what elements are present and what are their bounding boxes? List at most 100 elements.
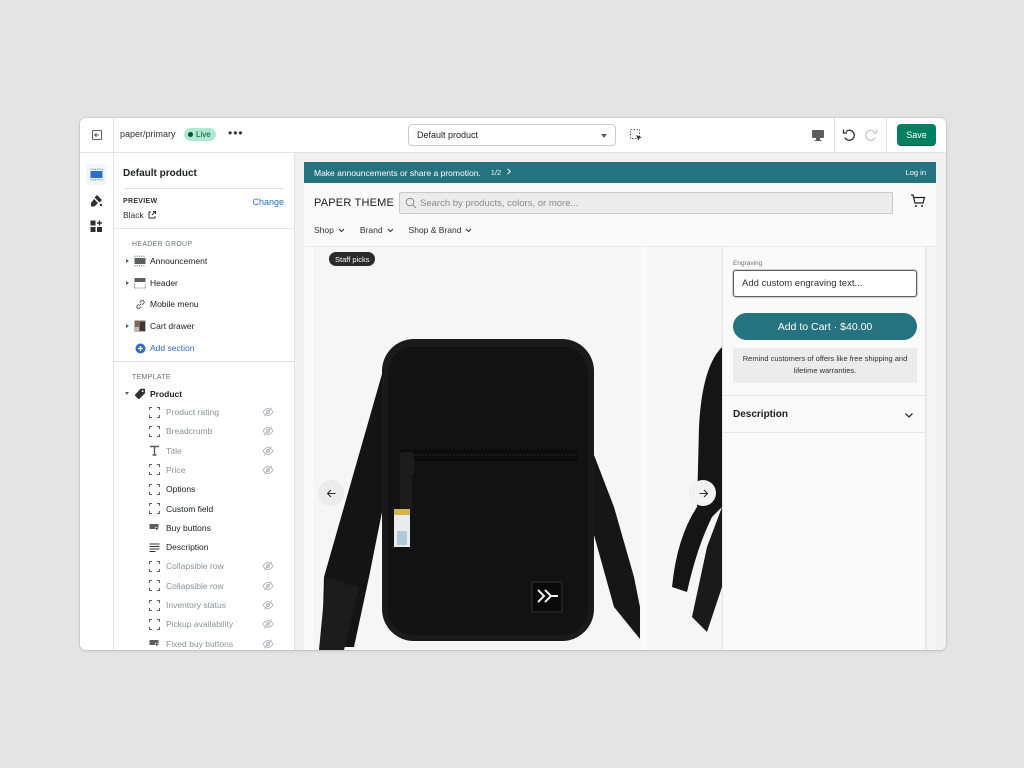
block-item[interactable]: Fixed buy buttons (148, 635, 274, 650)
app-embeds-icon (90, 220, 102, 232)
exit-button[interactable] (80, 118, 114, 152)
theme-settings-brush-icon (91, 195, 103, 207)
eye-hidden-icon[interactable] (262, 599, 274, 611)
engraving-label: Engraving (733, 260, 763, 267)
expand-caret-icon[interactable] (122, 324, 132, 328)
save-button[interactable]: Save (897, 124, 936, 146)
preview-label: PREVIEW (123, 198, 158, 205)
staff-picks-badge: Staff picks (329, 252, 376, 266)
section-announcement[interactable]: Announcement (122, 252, 292, 270)
preview-value[interactable]: Black (123, 210, 156, 220)
more-actions-button[interactable]: ••• (228, 126, 244, 140)
section-mobile-menu[interactable]: Mobile menu (122, 295, 292, 313)
gallery-previous-button[interactable] (318, 480, 344, 506)
product-image-slide[interactable]: Staff picks (314, 247, 640, 650)
template-select[interactable]: Default product (408, 124, 616, 146)
section-label: Announcement (150, 256, 208, 266)
arrow-left-icon (326, 489, 335, 497)
nav-shop-and-brand[interactable]: Shop & Brand (409, 225, 473, 235)
arrow-right-icon (699, 489, 708, 497)
header-icon (133, 276, 147, 290)
undo-icon[interactable] (841, 127, 857, 143)
preview-scrollbar[interactable] (926, 247, 936, 650)
nav-shop[interactable]: Shop (314, 225, 345, 235)
chevron-down-icon (387, 228, 393, 232)
block-item[interactable]: Breadcrumb (148, 422, 274, 440)
tag-icon (133, 387, 147, 401)
block-icon (148, 464, 160, 476)
eye-hidden-icon[interactable] (262, 445, 274, 457)
block-label: Buy buttons (166, 522, 211, 533)
external-link-icon (148, 211, 156, 219)
store-brand-logo[interactable]: PAPER THEME (314, 197, 394, 209)
eye-hidden-icon[interactable] (262, 406, 274, 418)
cart-icon[interactable] (910, 193, 926, 209)
block-item[interactable]: Collapsible row (148, 577, 274, 595)
block-item[interactable]: Options (148, 480, 274, 498)
reminder-text-block: Remind customers of offers like free shi… (733, 348, 917, 383)
inspector-select-icon[interactable] (628, 127, 644, 143)
block-item[interactable]: Inventory status (148, 596, 274, 614)
nav-label: Brand (359, 225, 383, 235)
add-section-label: Add section (150, 343, 195, 353)
caret-down-icon (601, 134, 607, 138)
add-section-button[interactable]: Add section (122, 339, 292, 357)
change-preview-link[interactable]: Change (252, 197, 284, 207)
add-to-cart-button[interactable]: Add to Cart · $40.00 (733, 313, 917, 340)
store-search-input[interactable]: Search by products, colors, or more... (399, 192, 893, 214)
rail-sections-button[interactable] (86, 164, 107, 185)
collapse-caret-icon[interactable] (122, 391, 132, 397)
block-icon (148, 599, 160, 611)
engraving-input[interactable]: Add custom engraving text... (733, 270, 917, 297)
rail-app-embeds-button[interactable] (86, 216, 107, 237)
chevron-down-icon (466, 228, 472, 232)
section-cart-drawer[interactable]: Cart drawer (122, 317, 292, 335)
gallery-next-button[interactable] (690, 480, 716, 506)
block-item[interactable]: Pickup availability (148, 615, 274, 633)
expand-caret-icon[interactable] (122, 281, 132, 285)
expand-caret-icon[interactable] (122, 259, 132, 263)
block-item[interactable]: Buy buttons (148, 519, 274, 537)
eye-hidden-icon[interactable] (262, 464, 274, 476)
buy-button-icon (148, 638, 160, 650)
description-collapsible[interactable]: Description (723, 395, 925, 433)
redo-icon[interactable] (863, 127, 879, 143)
nav-brand[interactable]: Brand (360, 225, 394, 235)
eye-hidden-icon[interactable] (262, 618, 274, 630)
desktop-preview-icon[interactable] (810, 127, 826, 143)
block-item[interactable]: Collapsible row (148, 557, 274, 575)
announcement-pager[interactable]: 1/2 (491, 168, 513, 177)
plus-circle-icon (133, 341, 147, 355)
block-icon (148, 503, 160, 515)
live-status-badge: Live (184, 128, 216, 141)
block-item[interactable]: Description (148, 538, 274, 556)
block-icon (148, 560, 160, 572)
rail-theme-settings-button[interactable] (86, 190, 107, 211)
block-item[interactable]: Product rating (148, 403, 274, 421)
section-header[interactable]: Header (122, 274, 292, 292)
description-label: Description (733, 408, 789, 420)
block-label: Title (166, 445, 182, 456)
announcement-pager-label: 1/2 (490, 168, 502, 177)
preview-value-label: Black (123, 210, 144, 220)
login-link[interactable]: Log in (906, 168, 926, 177)
product-image-bag (314, 247, 640, 650)
divider (886, 118, 887, 152)
block-item[interactable]: Title (148, 442, 274, 460)
block-item[interactable]: Price (148, 461, 274, 479)
theme-name: paper/primary (120, 129, 176, 139)
nav-label: Shop & Brand (408, 225, 462, 235)
product-image-slide-next[interactable] (647, 247, 722, 650)
divider (834, 118, 835, 152)
eye-hidden-icon[interactable] (262, 425, 274, 437)
section-product[interactable]: Product (122, 385, 292, 403)
nav-label: Shop (314, 225, 334, 235)
eye-hidden-icon[interactable] (262, 638, 274, 650)
search-placeholder: Search by products, colors, or more... (420, 197, 579, 209)
store-nav: Shop Brand Shop & Brand (314, 225, 472, 235)
eye-hidden-icon[interactable] (262, 580, 274, 592)
eye-hidden-icon[interactable] (262, 560, 274, 572)
block-item[interactable]: Custom field (148, 500, 274, 518)
chevron-down-icon (905, 413, 913, 418)
text-align-icon (148, 541, 160, 553)
